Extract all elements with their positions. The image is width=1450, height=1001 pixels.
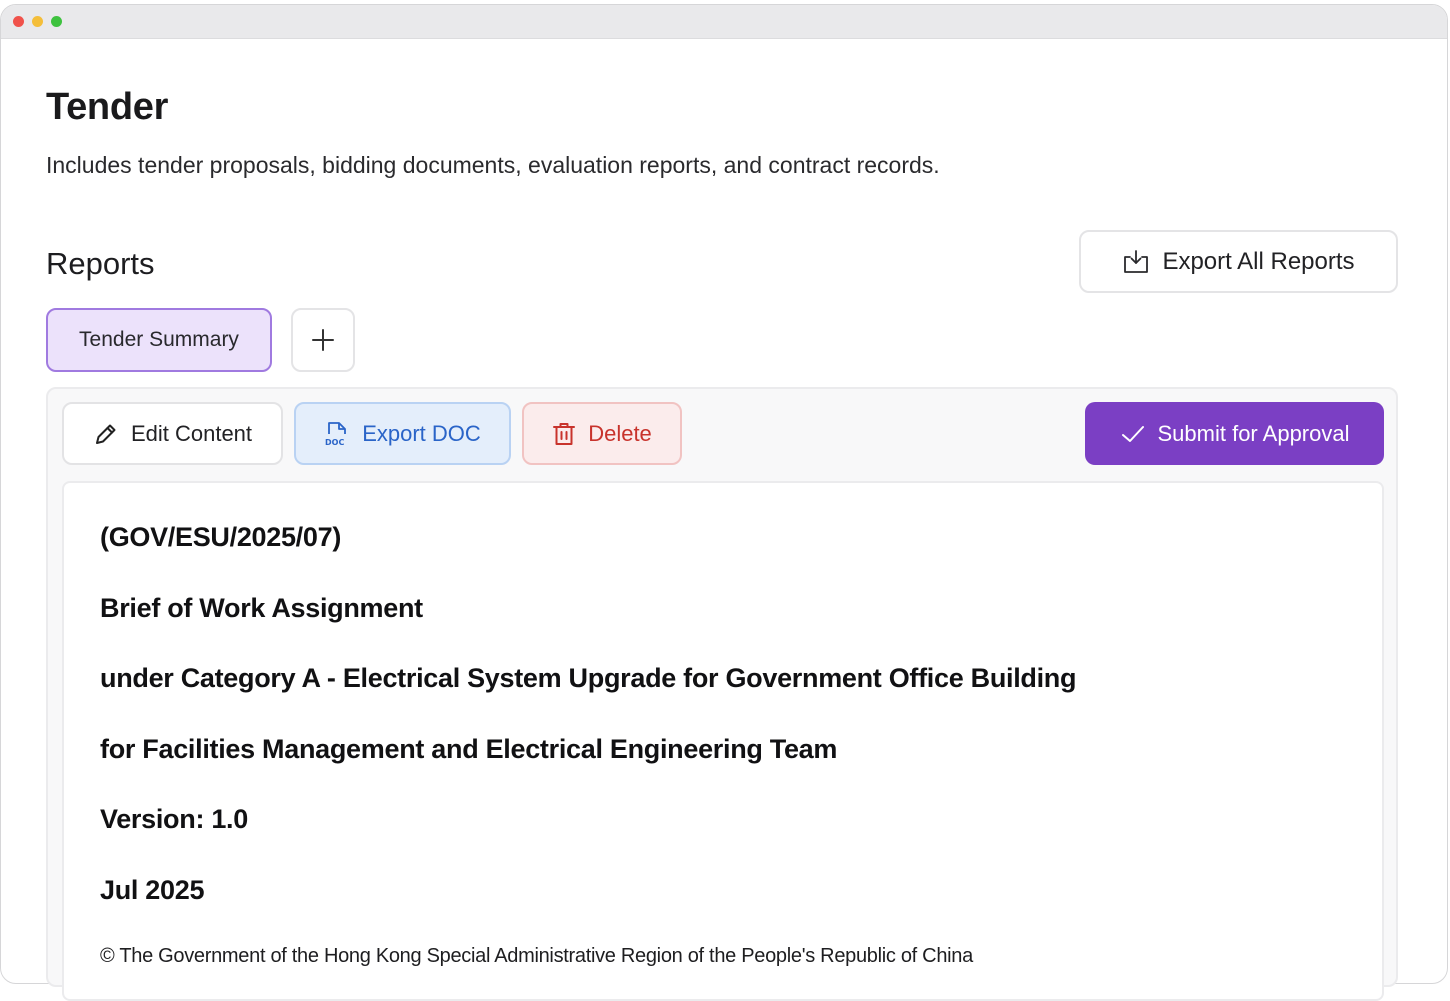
pencil-icon [93,421,119,447]
export-all-reports-button[interactable]: Export All Reports [1079,230,1398,293]
document-reference-number: (GOV/ESU/2025/07) [100,522,342,552]
submit-for-approval-button[interactable]: Submit for Approval [1085,402,1384,465]
document-team: for Facilities Management and Electrical… [100,734,838,764]
export-all-reports-label: Export All Reports [1162,247,1355,275]
delete-label: Delete [588,420,652,446]
svg-text:DOC: DOC [325,438,344,447]
submit-for-approval-label: Submit for Approval [1157,420,1350,446]
check-icon [1120,423,1146,445]
export-doc-button[interactable]: DOC Export DOC [294,402,511,465]
document-date: Jul 2025 [100,875,205,905]
edit-content-label: Edit Content [130,420,253,446]
maximize-window-button[interactable] [51,16,62,27]
delete-button[interactable]: Delete [522,402,682,465]
plus-icon [311,328,335,352]
window-titlebar [1,5,1447,39]
download-tray-icon [1122,249,1150,275]
tab-tender-summary[interactable]: Tender Summary [46,308,272,372]
document-heading: Brief of Work Assignment [100,593,423,623]
document-version: Version: 1.0 [100,804,248,834]
minimize-window-button[interactable] [32,16,43,27]
doc-file-icon: DOC [324,420,350,448]
close-window-button[interactable] [13,16,24,27]
export-doc-label: Export DOC [362,420,481,446]
page-title: Tender [46,86,169,128]
page-description: Includes tender proposals, bidding docum… [46,152,940,178]
edit-content-button[interactable]: Edit Content [62,402,283,465]
document-category: under Category A - Electrical System Upg… [100,663,1077,693]
add-report-button[interactable] [291,308,355,372]
reports-section-title: Reports [46,246,155,281]
trash-icon [552,421,576,447]
document-copyright: © The Government of the Hong Kong Specia… [100,945,973,967]
tab-tender-summary-label: Tender Summary [79,328,239,351]
